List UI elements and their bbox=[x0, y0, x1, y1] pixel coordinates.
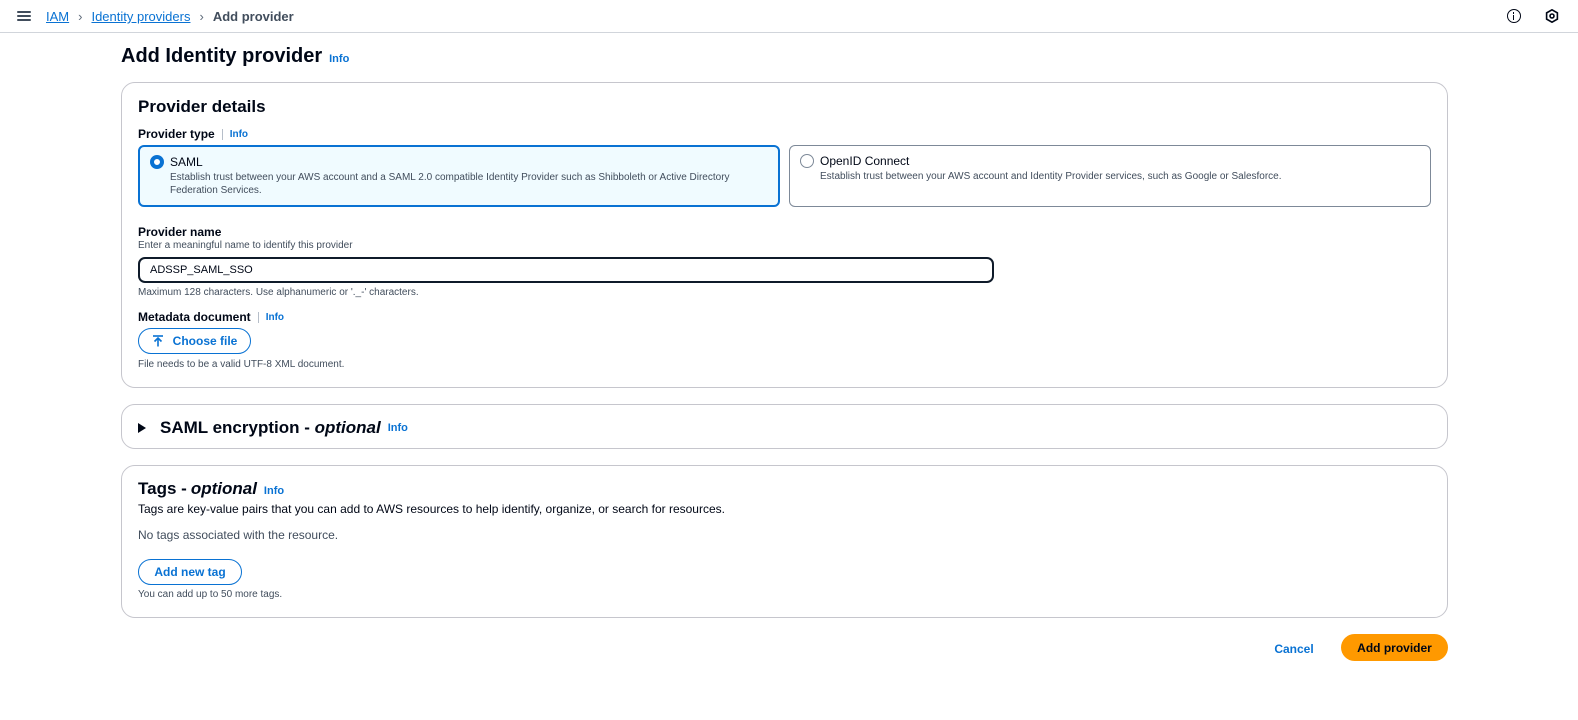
provider-type-saml-description: Establish trust between your AWS account… bbox=[170, 172, 730, 196]
metadata-document-info-link[interactable]: Info bbox=[266, 312, 284, 323]
chevron-right-icon: › bbox=[78, 9, 83, 24]
hamburger-menu-icon[interactable] bbox=[16, 9, 32, 23]
saml-encryption-title: SAML encryption - optional bbox=[160, 418, 381, 438]
provider-name-input[interactable] bbox=[138, 257, 994, 283]
add-provider-button[interactable]: Add provider bbox=[1341, 634, 1448, 661]
saml-encryption-title-text: SAML encryption - bbox=[160, 418, 315, 437]
page-title-info-link[interactable]: Info bbox=[329, 53, 349, 65]
metadata-document-constraint: File needs to be a valid UTF-8 XML docum… bbox=[138, 359, 345, 370]
label-divider bbox=[257, 311, 259, 323]
provider-name-label: Provider name bbox=[138, 225, 222, 239]
tags-title: Tags - optional Info bbox=[138, 479, 284, 499]
metadata-document-label: Metadata document Info bbox=[138, 310, 284, 324]
tags-panel: Tags - optional Info Tags are key-value … bbox=[121, 465, 1448, 618]
tags-description: Tags are key-value pairs that you can ad… bbox=[138, 502, 725, 516]
provider-type-saml-title: SAML bbox=[170, 155, 203, 169]
page-title-text: Add Identity provider bbox=[121, 45, 323, 67]
provider-details-title: Provider details bbox=[138, 97, 266, 116]
label-divider bbox=[221, 128, 223, 140]
tags-title-text: Tags - bbox=[138, 479, 187, 498]
top-navigation-bar: IAM › Identity providers › Add provider bbox=[0, 0, 1578, 33]
tags-optional: optional bbox=[190, 479, 257, 498]
provider-type-label: Provider type Info bbox=[138, 127, 248, 141]
saml-encryption-expand-toggle[interactable]: SAML encryption - optional Info bbox=[138, 418, 408, 438]
radio-openid-connect[interactable] bbox=[800, 154, 814, 168]
tags-limit-note: You can add up to 50 more tags. bbox=[138, 589, 283, 600]
radio-saml[interactable] bbox=[150, 155, 164, 169]
settings-hexagon-icon[interactable] bbox=[1545, 8, 1559, 24]
saml-encryption-optional: optional bbox=[314, 418, 381, 437]
metadata-document-label-text: Metadata document bbox=[138, 310, 251, 324]
add-new-tag-button[interactable]: Add new tag bbox=[138, 559, 242, 585]
provider-type-info-link[interactable]: Info bbox=[230, 129, 248, 140]
chevron-right-icon: › bbox=[199, 9, 204, 24]
info-circle-icon[interactable] bbox=[1507, 9, 1521, 23]
upload-arrow-icon bbox=[152, 335, 163, 347]
caret-right-icon bbox=[138, 423, 146, 433]
choose-file-button[interactable]: Choose file bbox=[138, 328, 251, 354]
provider-type-label-text: Provider type bbox=[138, 127, 215, 141]
breadcrumb-link-identity-providers[interactable]: Identity providers bbox=[91, 9, 190, 24]
breadcrumb: IAM › Identity providers › Add provider bbox=[46, 9, 294, 24]
provider-type-oidc-title: OpenID Connect bbox=[820, 154, 910, 168]
tags-empty-state: No tags associated with the resource. bbox=[138, 528, 339, 542]
breadcrumb-current: Add provider bbox=[212, 9, 294, 24]
provider-name-description: Enter a meaningful name to identify this… bbox=[138, 240, 353, 251]
provider-type-tile-saml[interactable]: SAML Establish trust between your AWS ac… bbox=[138, 145, 780, 207]
saml-encryption-info-link[interactable]: Info bbox=[388, 422, 408, 434]
page-title: Add Identity provider Info bbox=[121, 45, 349, 68]
cancel-button[interactable]: Cancel bbox=[1272, 638, 1316, 660]
provider-name-constraint: Maximum 128 characters. Use alphanumeric… bbox=[138, 287, 419, 298]
breadcrumb-link-iam[interactable]: IAM bbox=[46, 9, 69, 24]
provider-type-tile-openid-connect[interactable]: OpenID Connect Establish trust between y… bbox=[789, 145, 1431, 207]
provider-type-oidc-description: Establish trust between your AWS account… bbox=[820, 171, 1282, 182]
tags-info-link[interactable]: Info bbox=[264, 485, 284, 497]
choose-file-label: Choose file bbox=[172, 334, 238, 348]
saml-encryption-panel: SAML encryption - optional Info bbox=[121, 404, 1448, 449]
provider-details-panel: Provider details Provider type Info SAML… bbox=[121, 82, 1448, 388]
